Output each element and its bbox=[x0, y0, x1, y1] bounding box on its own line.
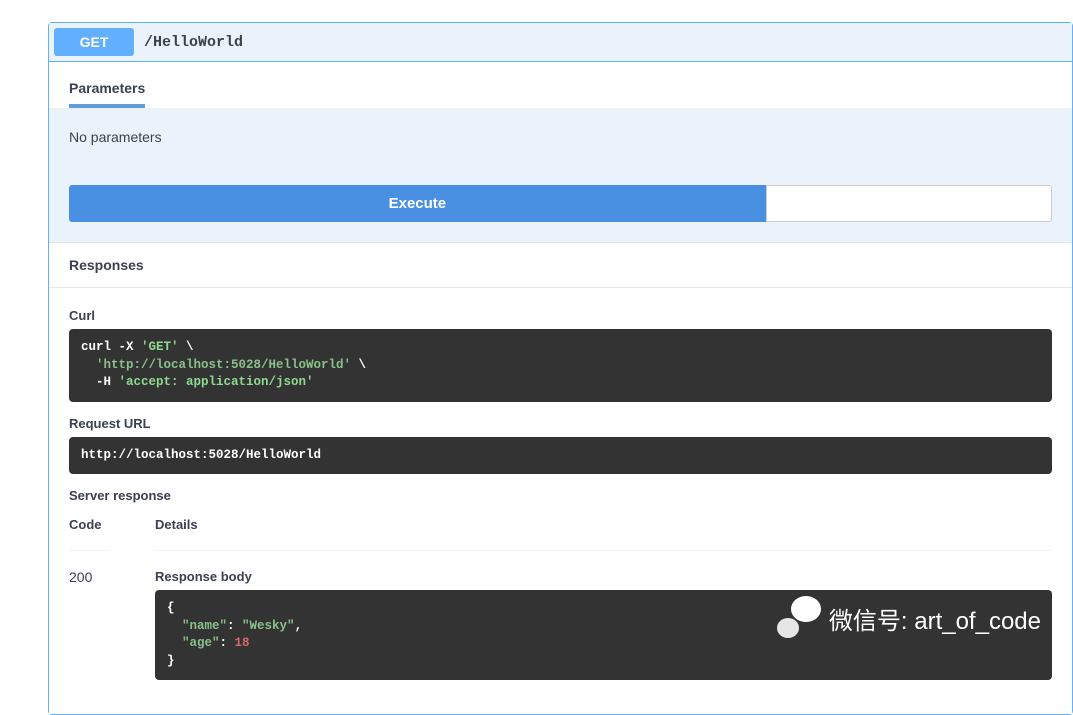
response-table: Code 200 Details Response body { "name":… bbox=[69, 517, 1052, 694]
operation-body: Parameters No parameters Execute Respons… bbox=[49, 62, 1072, 714]
curl-text: -H bbox=[81, 375, 119, 389]
curl-method: 'GET' bbox=[141, 340, 179, 354]
curl-label: Curl bbox=[69, 308, 1052, 323]
response-status-code: 200 bbox=[69, 569, 109, 585]
curl-url: 'http://localhost:5028/HelloWorld' bbox=[81, 358, 351, 372]
http-method-badge: GET bbox=[54, 28, 134, 56]
responses-heading: Responses bbox=[49, 242, 1072, 288]
responses-body: Curl curl -X 'GET' \ 'http://localhost:5… bbox=[49, 288, 1072, 714]
tab-parameters[interactable]: Parameters bbox=[69, 72, 145, 108]
json-number: 18 bbox=[235, 636, 250, 650]
no-parameters-text: No parameters bbox=[69, 129, 162, 145]
clear-button[interactable] bbox=[766, 185, 1052, 222]
response-body-label: Response body bbox=[155, 569, 1052, 584]
response-body-content[interactable]: { "name": "Wesky", "age": 18 } bbox=[155, 590, 1052, 680]
json-key: "age" bbox=[182, 636, 220, 650]
curl-text: curl -X bbox=[81, 340, 141, 354]
execute-button[interactable]: Execute bbox=[69, 185, 766, 222]
parameters-section: No parameters bbox=[49, 109, 1072, 165]
json-brace: { bbox=[167, 601, 175, 615]
curl-command[interactable]: curl -X 'GET' \ 'http://localhost:5028/H… bbox=[69, 329, 1052, 402]
execute-row: Execute bbox=[49, 165, 1072, 242]
curl-header: 'accept: application/json' bbox=[119, 375, 314, 389]
endpoint-path: /HelloWorld bbox=[144, 34, 243, 51]
json-key: "name" bbox=[182, 619, 227, 633]
operation-summary[interactable]: GET /HelloWorld bbox=[49, 23, 1072, 62]
code-column-header: Code bbox=[69, 517, 109, 551]
curl-text: \ bbox=[179, 340, 194, 354]
tabs-bar: Parameters bbox=[49, 62, 1072, 109]
operation-block: GET /HelloWorld Parameters No parameters… bbox=[48, 22, 1073, 715]
request-url-label: Request URL bbox=[69, 416, 1052, 431]
json-string: "Wesky" bbox=[242, 619, 295, 633]
server-response-label: Server response bbox=[69, 488, 1052, 503]
details-column-header: Details bbox=[155, 517, 1052, 551]
json-brace: } bbox=[167, 654, 175, 668]
request-url-value[interactable]: http://localhost:5028/HelloWorld bbox=[69, 437, 1052, 475]
curl-text: \ bbox=[351, 358, 366, 372]
